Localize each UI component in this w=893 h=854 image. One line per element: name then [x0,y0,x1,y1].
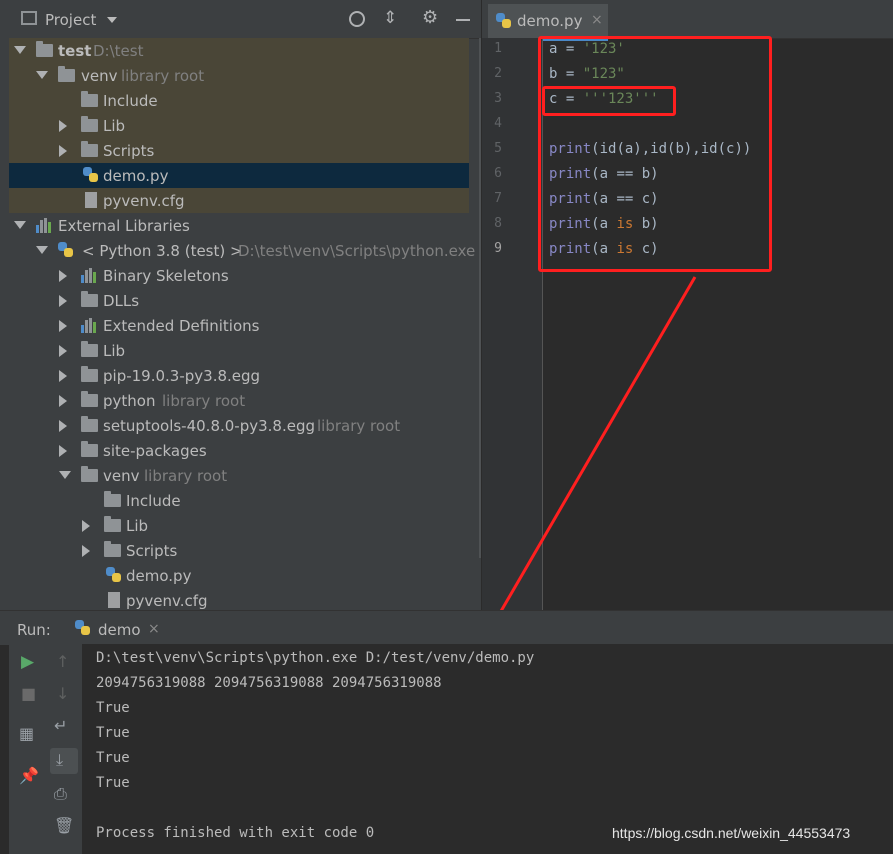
console-line: True [96,775,130,791]
layout-icon[interactable]: ▦ [19,724,34,743]
print-icon[interactable]: ⎙ [54,784,67,804]
run-panel-header: Run: demo × [0,610,893,645]
scroll-to-end-toggle[interactable]: ⤓ [50,748,78,774]
console-line: 2094756319088 2094756319088 209475631908… [96,675,442,691]
run-label: Run: [17,621,51,639]
run-toolbar-secondary: ↑ ↓ ↵ ⤓ ⎙ 🗑 [46,644,83,854]
stop-icon[interactable]: ■ [21,684,36,703]
console-line: Process finished with exit code 0 [96,825,375,841]
console-line: D:\test\venv\Scripts\python.exe D:/test/… [96,650,535,666]
python-icon [75,620,91,636]
run-tab-demo[interactable]: demo [98,621,141,639]
soft-wrap-icon[interactable]: ↵ [54,716,67,735]
console-line: True [96,725,130,741]
console-line: True [96,750,130,766]
down-arrow-icon[interactable]: ↓ [56,684,69,703]
pin-icon[interactable]: 📌 [19,766,39,785]
up-arrow-icon[interactable]: ↑ [56,652,69,671]
scroll-to-end-icon: ⤓ [56,750,64,769]
watermark-text: https://blog.csdn.net/weixin_44553473 [612,825,851,841]
close-icon[interactable]: × [148,621,160,637]
rerun-icon[interactable]: ▶ [21,652,34,672]
run-toolbar-primary: ▶ ■ ▦ 📌 [9,644,46,854]
trash-icon[interactable]: 🗑 [54,816,74,835]
console-line: True [96,700,130,716]
